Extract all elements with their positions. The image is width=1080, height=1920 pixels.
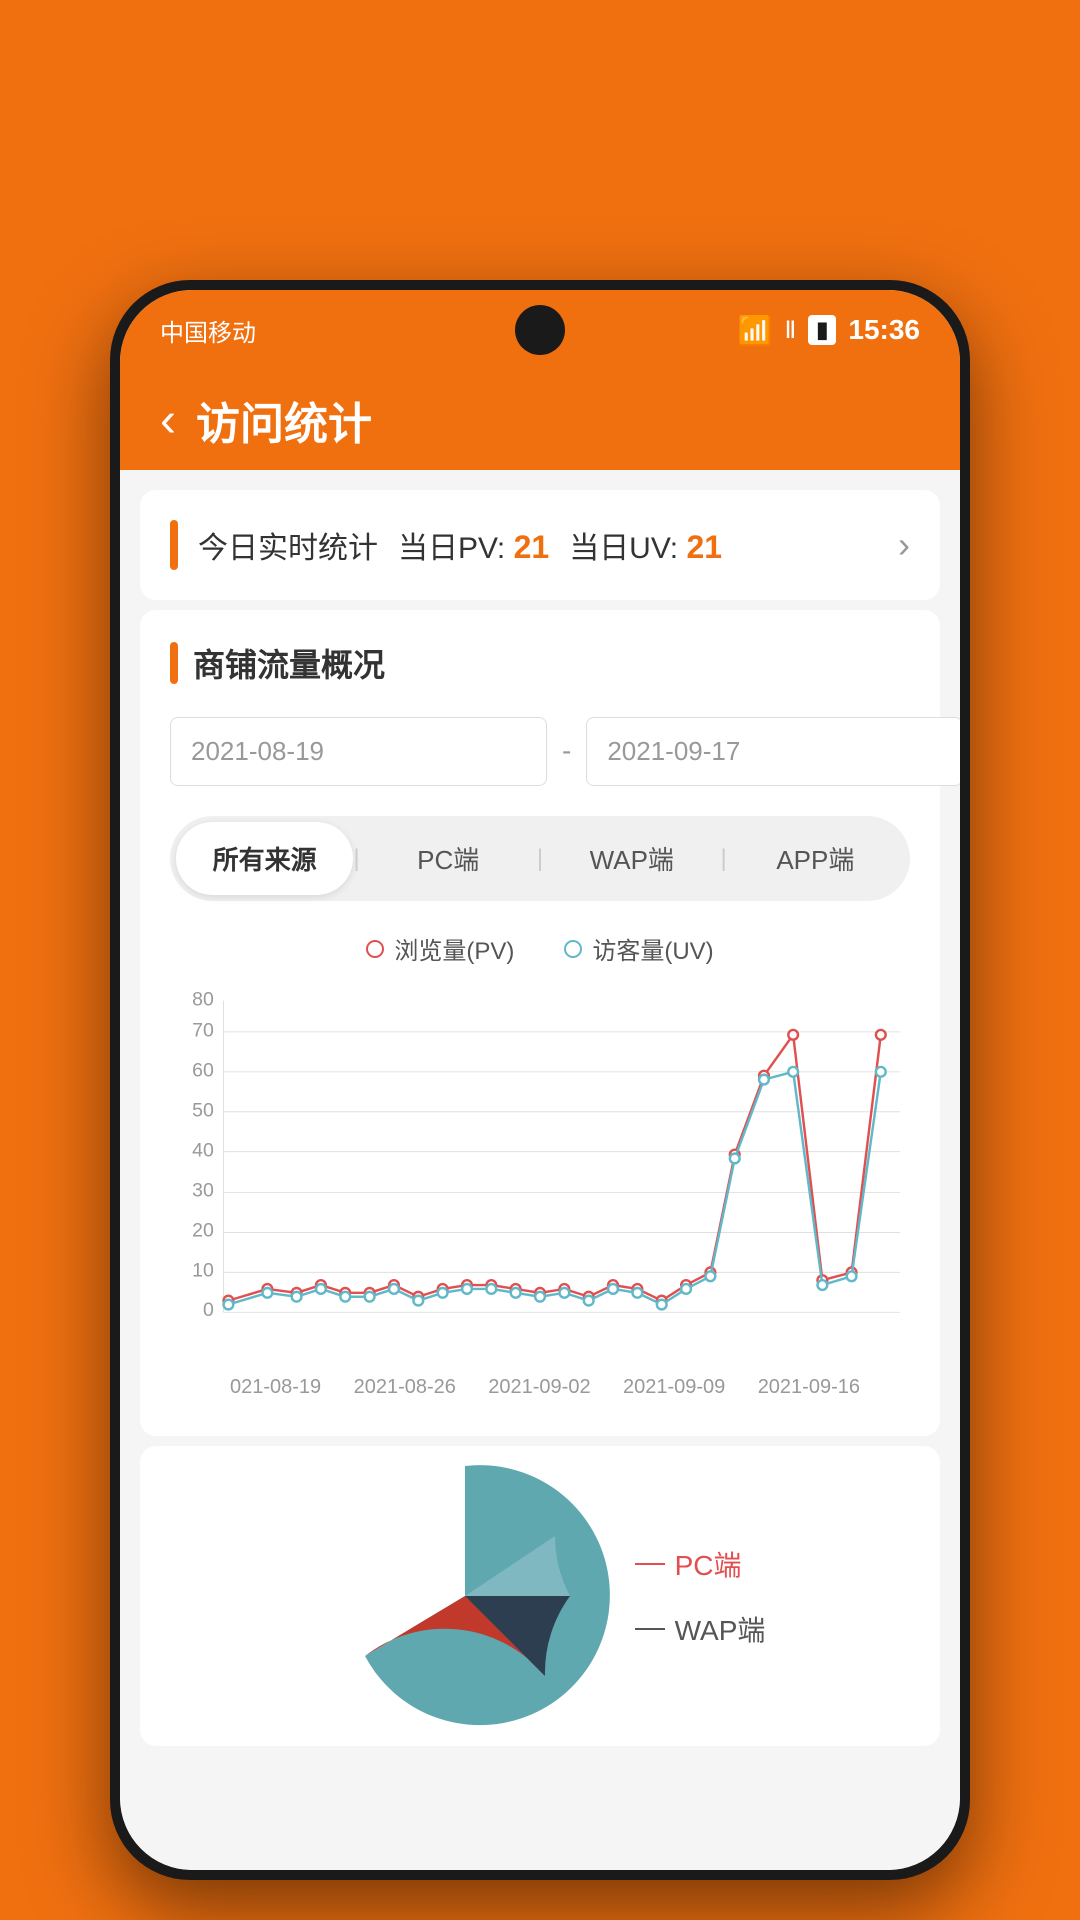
wap-label-text: WAP端: [675, 1609, 766, 1649]
tab-pc[interactable]: PC端: [360, 822, 537, 895]
date-separator: -: [562, 735, 571, 767]
uv-value: 21: [686, 529, 722, 565]
pie-label-wap: WAP端: [635, 1609, 766, 1649]
tab-all-sources[interactable]: 所有来源: [176, 822, 353, 895]
pv-value: 21: [514, 529, 550, 565]
tab-divider-1: |: [353, 822, 359, 895]
stats-label: 今日实时统计: [198, 523, 378, 567]
time-display: 15:36: [848, 314, 920, 346]
svg-text:20: 20: [192, 1219, 214, 1241]
wap-label-line: [635, 1628, 665, 1630]
pc-label-line: [635, 1563, 665, 1565]
stats-uv: 当日UV: 21: [569, 523, 722, 567]
section-accent-bar: [170, 642, 178, 684]
section-title: 商铺流量概况: [193, 640, 385, 686]
legend-pv-dot: [366, 940, 384, 958]
nav-bar: ‹ 访问统计: [120, 370, 960, 470]
line-chart: 0 10 20 30 40 50 60 70 80: [170, 986, 910, 1406]
phone-frame: 中国移动 📶 Ⅱ ▮ 15:36 ‹ 访问统计: [110, 280, 970, 1880]
stats-pv: 当日PV: 21: [398, 523, 549, 567]
status-right: 📶 Ⅱ ▮ 15:36: [738, 314, 920, 347]
wifi-icon: 📶: [738, 314, 773, 347]
source-tabs: 所有来源 | PC端 | WAP端 | APP端: [170, 816, 910, 901]
tab-app[interactable]: APP端: [727, 822, 904, 895]
flow-section: 商铺流量概况 - 确定 所有来源 | PC端 |: [140, 610, 940, 1436]
status-bar: 中国移动 📶 Ⅱ ▮ 15:36: [120, 290, 960, 370]
svg-text:70: 70: [192, 1020, 214, 1042]
chart-x-labels: 021-08-19 2021-08-26 2021-09-02 2021-09-…: [170, 1376, 910, 1399]
legend-pv-label: 浏览量(PV): [394, 931, 514, 966]
orange-accent-bar: [170, 520, 178, 570]
legend-pv: 浏览量(PV): [366, 931, 514, 966]
legend-uv-dot: [564, 940, 582, 958]
page-title: 访问统计: [196, 388, 372, 452]
svg-text:30: 30: [192, 1179, 214, 1201]
content-area: 今日实时统计 当日PV: 21 当日UV: 21 ›: [120, 470, 960, 1870]
date-end-input[interactable]: [586, 717, 960, 786]
stats-left: 今日实时统计 当日PV: 21 当日UV: 21: [170, 520, 722, 570]
phone-device: 中国移动 📶 Ⅱ ▮ 15:36 ‹ 访问统计: [110, 280, 970, 1880]
svg-text:80: 80: [192, 989, 214, 1011]
x-label-5: 2021-09-16: [758, 1376, 860, 1399]
x-label-4: 2021-09-09: [623, 1376, 725, 1399]
x-label-2: 2021-08-26: [354, 1376, 456, 1399]
date-picker-row: - 确定: [170, 711, 910, 791]
signal-icon: Ⅱ: [784, 316, 796, 345]
chart-legend: 浏览量(PV) 访客量(UV): [170, 931, 910, 966]
pc-label-text: PC端: [675, 1544, 742, 1584]
tab-wap[interactable]: WAP端: [543, 822, 720, 895]
legend-uv: 访客量(UV): [564, 931, 713, 966]
svg-text:40: 40: [192, 1140, 214, 1162]
x-label-3: 2021-09-02: [488, 1376, 590, 1399]
back-button[interactable]: ‹: [160, 393, 176, 448]
pie-labels: PC端 WAP端: [635, 1544, 766, 1649]
chevron-right-icon[interactable]: ›: [898, 524, 910, 566]
battery-icon: ▮: [808, 315, 836, 345]
camera-notch: [515, 305, 565, 355]
svg-text:50: 50: [192, 1100, 214, 1122]
section-header: 商铺流量概况: [170, 640, 910, 686]
svg-text:0: 0: [203, 1299, 214, 1321]
chart-svg: 0 10 20 30 40 50 60 70 80: [170, 986, 910, 1366]
svg-text:10: 10: [192, 1259, 214, 1281]
date-start-input[interactable]: [170, 717, 547, 786]
realtime-stats-card: 今日实时统计 当日PV: 21 当日UV: 21 ›: [140, 490, 940, 600]
tab-divider-3: |: [720, 822, 726, 895]
legend-uv-label: 访客量(UV): [592, 931, 713, 966]
pie-chart-svg: [315, 1456, 615, 1736]
x-label-1: 021-08-19: [230, 1376, 321, 1399]
phone-screen: 中国移动 📶 Ⅱ ▮ 15:36 ‹ 访问统计: [120, 290, 960, 1870]
pie-chart-section: PC端 WAP端: [140, 1446, 940, 1746]
svg-text:60: 60: [192, 1060, 214, 1082]
carrier-label: 中国移动: [160, 313, 256, 348]
pie-label-pc: PC端: [635, 1544, 766, 1584]
